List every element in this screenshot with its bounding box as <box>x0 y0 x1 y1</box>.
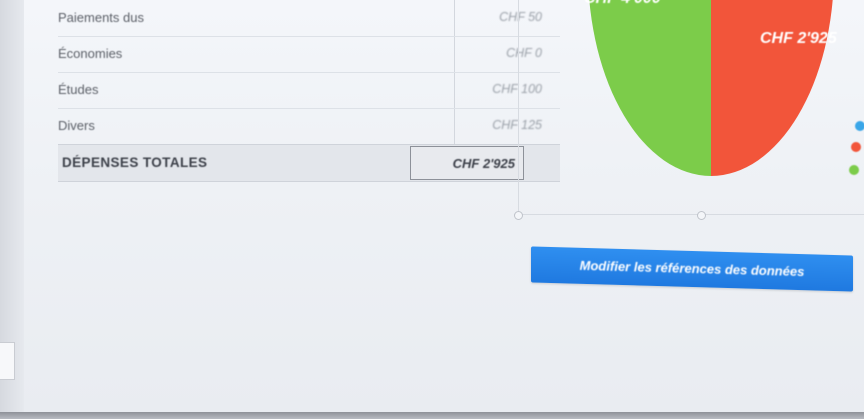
total-label: DÉPENSES TOTALES <box>62 155 208 170</box>
table-row[interactable]: Économies CHF 0 <box>58 36 560 73</box>
pie-slice-red[interactable] <box>711 0 834 176</box>
table-row[interactable]: Paiements dus CHF 50 <box>58 0 560 37</box>
table-row[interactable]: Études CHF 100 <box>58 72 560 109</box>
screen: Paiements dus CHF 50 Économies CHF 0 Étu… <box>0 0 864 412</box>
row-label: Économies <box>58 46 123 61</box>
row-label: Divers <box>58 118 95 133</box>
edit-data-references-label: Modifier les références des données <box>579 257 805 280</box>
total-value-cell[interactable]: CHF 2'925 <box>410 146 524 180</box>
slice-label-green: CHF 4'000 <box>584 0 661 8</box>
chart-frame-border-bottom <box>518 214 864 215</box>
total-row[interactable]: DÉPENSES TOTALES CHF 2'925 <box>58 144 560 182</box>
legend-dot-green <box>849 165 859 175</box>
pie-chart[interactable] <box>566 0 864 180</box>
chart-frame-border-left <box>518 0 519 214</box>
expenses-table: Paiements dus CHF 50 Économies CHF 0 Étu… <box>44 0 560 412</box>
screen-bottom-edge <box>0 412 864 419</box>
resize-handle-bottom-left[interactable] <box>514 211 523 220</box>
row-label: Paiements dus <box>58 10 144 25</box>
chart-frame[interactable]: CHF 4'000 CHF 2'925 <box>514 0 864 220</box>
legend-dot-blue <box>855 121 864 131</box>
pie-slice-green[interactable] <box>588 0 711 176</box>
row-label: Études <box>58 82 99 97</box>
table-row[interactable]: Divers CHF 125 <box>58 108 560 145</box>
total-value: CHF 2'925 <box>452 156 515 171</box>
legend-dot-red <box>851 142 861 152</box>
resize-handle-bottom-middle[interactable] <box>697 211 706 220</box>
edit-data-references-button[interactable]: Modifier les références des données <box>531 246 853 292</box>
sidebar-collapse-tab[interactable] <box>0 342 15 380</box>
slice-label-red: CHF 2'925 <box>760 30 837 47</box>
